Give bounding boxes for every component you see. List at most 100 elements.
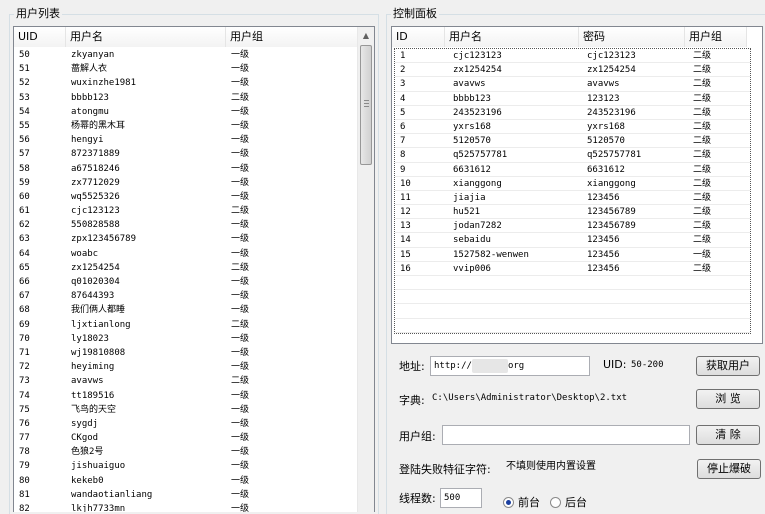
uid-range-field[interactable]: 50-200 — [628, 356, 688, 376]
cell-usergroup: 二级 — [693, 51, 712, 61]
scroll-thumb[interactable] — [360, 45, 372, 165]
table-row[interactable]: 68 我们俩人都睡 一级 — [14, 303, 359, 317]
cell-password: avavws — [587, 79, 620, 90]
table-row[interactable]: 77 CKgod 一级 — [14, 431, 359, 445]
table-row[interactable]: 2 zx1254254 zx1254254 二级 — [395, 63, 750, 78]
table-row[interactable]: 50 zkyanyan 一级 — [14, 48, 359, 62]
cell-password: 243523196 — [587, 107, 636, 118]
cell-usergroup: 一级 — [231, 447, 250, 458]
table-row[interactable]: 79 jishuaiguo 一级 — [14, 459, 359, 473]
table-row[interactable]: 11 jiajia 123456 二级 — [395, 191, 750, 206]
table-row[interactable]: 54 atongmu 一级 — [14, 105, 359, 119]
radio-selected-icon[interactable] — [503, 496, 514, 508]
threads-field[interactable]: 500 — [440, 488, 482, 508]
table-row[interactable]: 58 a67518246 一级 — [14, 162, 359, 176]
column-username[interactable]: 用户名 — [445, 27, 579, 47]
cell-uid: 60 — [19, 191, 30, 202]
table-row[interactable]: 56 hengyi 一级 — [14, 133, 359, 147]
table-row[interactable]: 75 飞鸟的天空 一级 — [14, 403, 359, 417]
address-field[interactable]: http:// org — [430, 356, 590, 376]
table-row[interactable]: 72 heyiming 一级 — [14, 360, 359, 374]
cell-usergroup: 二级 — [231, 92, 250, 103]
cell-id: 15 — [400, 249, 411, 260]
table-row[interactable]: 8 q525757781 q525757781 二级 — [395, 148, 750, 163]
table-row[interactable]: 15 1527582-wenwen 123456 一级 — [395, 248, 750, 262]
user-group-field[interactable] — [442, 425, 690, 445]
cell-uid: 71 — [19, 347, 30, 358]
table-row[interactable]: 57 872371889 一级 — [14, 147, 359, 161]
table-row[interactable]: 13 jodan7282 123456789 二级 — [395, 219, 750, 234]
table-row[interactable]: 70 ly18023 一级 — [14, 332, 359, 346]
table-row[interactable]: 9 6631612 6631612 二级 — [395, 163, 750, 177]
table-row[interactable]: 80 kekeb0 一级 — [14, 474, 359, 488]
radio-unselected-icon[interactable] — [550, 496, 561, 508]
table-row[interactable]: 71 wj19810808 一级 — [14, 346, 359, 360]
browse-button[interactable]: 浏 览 — [696, 389, 760, 409]
table-row[interactable]: 69 ljxtianlong 二级 — [14, 318, 359, 332]
scroll-up-icon[interactable]: ▲ — [358, 27, 374, 44]
table-row[interactable]: 73 avavws 二级 — [14, 374, 359, 388]
radio-foreground[interactable]: 前台 — [503, 494, 540, 510]
column-usergroup[interactable]: 用户组 — [685, 27, 747, 47]
cell-id: 16 — [400, 263, 411, 274]
control-panel-list-view[interactable]: ID 用户名 密码 用户组 1 cjc123123 cjc123123 二级 2 zx12… — [391, 26, 763, 344]
cell-id: 4 — [400, 93, 406, 104]
cell-usergroup: 一级 — [231, 504, 250, 512]
column-usergroup[interactable]: 用户组 — [226, 27, 359, 47]
table-row[interactable]: 51 蔷解人衣 一级 — [14, 62, 359, 76]
cell-usergroup: 二级 — [693, 263, 712, 274]
table-row[interactable]: 62 550828588 一级 — [14, 218, 359, 232]
empty-row — [395, 304, 750, 319]
cell-uid: 73 — [19, 376, 30, 387]
table-row[interactable]: 1 cjc123123 cjc123123 二级 — [395, 49, 750, 64]
table-row[interactable]: 6 yxrs168 yxrs168 二级 — [395, 120, 750, 135]
stop-crack-button[interactable]: 停止爆破 — [697, 459, 761, 479]
table-row[interactable]: 61 cjc123123 二级 — [14, 204, 359, 218]
table-row[interactable]: 74 tt189516 一级 — [14, 389, 359, 403]
table-row[interactable]: 76 sygdj 一级 — [14, 417, 359, 431]
cell-id: 6 — [400, 121, 406, 132]
table-row[interactable]: 52 wuxinzhe1981 一级 — [14, 76, 359, 90]
column-uid[interactable]: UID — [14, 27, 66, 47]
cell-usergroup: 一级 — [231, 163, 250, 174]
table-row[interactable]: 4 bbbb123 123123 二级 — [395, 92, 750, 106]
table-row[interactable]: 67 87644393 一级 — [14, 289, 359, 303]
table-row[interactable]: 10 xianggong xianggong 二级 — [395, 177, 750, 191]
table-row[interactable]: 64 woabc 一级 — [14, 247, 359, 261]
table-row[interactable]: 78 色狼2号 一级 — [14, 445, 359, 459]
cell-username: atongmu — [71, 106, 109, 117]
clear-button[interactable]: 清 除 — [696, 425, 760, 445]
table-row[interactable]: 81 wandaotianliang 一级 — [14, 488, 359, 502]
table-row[interactable]: 82 lkjh7733mn 一级 — [14, 502, 359, 512]
get-users-button[interactable]: 获取用户 — [696, 356, 760, 376]
cell-id: 12 — [400, 207, 411, 218]
table-row[interactable]: 66 q01020304 一级 — [14, 275, 359, 289]
cell-uid: 66 — [19, 277, 30, 287]
radio-foreground-label: 前台 — [518, 496, 540, 509]
cell-username: jodan7282 — [453, 221, 502, 232]
table-row[interactable]: 60 wq5525326 一级 — [14, 190, 359, 204]
cell-username: xianggong — [453, 178, 502, 189]
column-id[interactable]: ID — [392, 27, 445, 47]
column-password[interactable]: 密码 — [579, 27, 685, 47]
table-row[interactable]: 16 vvip006 123456 二级 — [395, 262, 750, 276]
login-fail-field[interactable]: 不填则使用内置设置 — [503, 458, 689, 478]
user-list-scrollbar[interactable]: ▲ — [357, 27, 374, 512]
table-row[interactable]: 5 243523196 243523196 二级 — [395, 106, 750, 120]
table-row[interactable]: 59 zx7712029 一级 — [14, 176, 359, 190]
radio-background[interactable]: 后台 — [550, 494, 587, 510]
table-row[interactable]: 55 杨幂的黑木耳 一级 — [14, 119, 359, 133]
table-row[interactable]: 7 5120570 5120570 二级 — [395, 134, 750, 149]
cell-password: 123456789 — [587, 207, 636, 218]
column-username[interactable]: 用户名 — [66, 27, 226, 47]
table-row[interactable]: 3 avavws avavws 二级 — [395, 77, 750, 92]
table-row[interactable]: 65 zx1254254 二级 — [14, 261, 359, 275]
table-row[interactable]: 12 hu521 123456789 二级 — [395, 205, 750, 220]
dictionary-path-field[interactable]: C:\Users\Administrator\Desktop\2.txt — [429, 389, 689, 409]
table-row[interactable]: 63 zpx123456789 一级 — [14, 232, 359, 246]
table-row[interactable]: 14 sebaidu 123456 二级 — [395, 233, 750, 248]
user-list-view[interactable]: UID 用户名 用户组 50 zkyanyan 一级 51 蔷解人衣 一级 52 wuxinz… — [13, 26, 375, 512]
table-row[interactable]: 53 bbbb123 二级 — [14, 91, 359, 105]
cell-username: zx7712029 — [71, 177, 120, 188]
cell-usergroup: 二级 — [693, 136, 712, 147]
